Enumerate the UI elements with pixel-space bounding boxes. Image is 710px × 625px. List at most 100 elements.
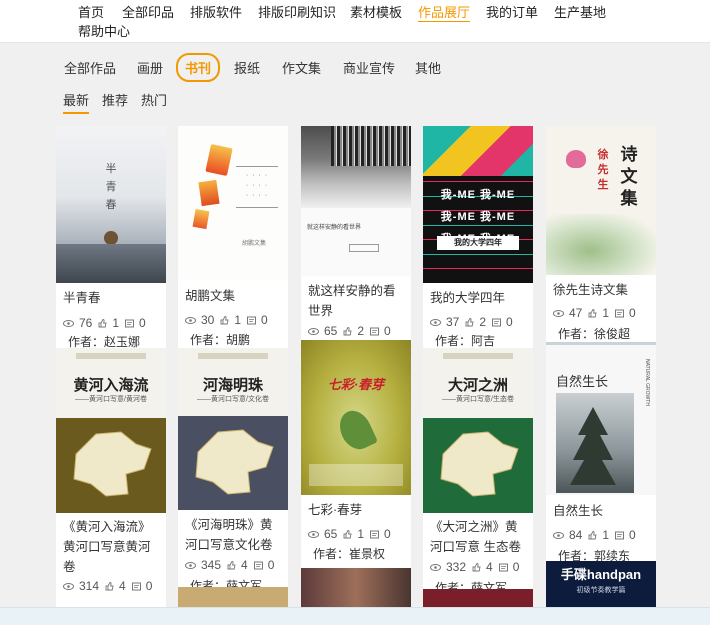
category-essays[interactable]: 作文集	[282, 58, 321, 77]
comment-icon	[615, 531, 625, 539]
book-card[interactable]: 七彩·春芽 七彩·春芽 65 1 0 作者：崔景权	[301, 340, 411, 607]
views-count: 65	[324, 324, 338, 338]
book-cover: 黄河入海流 ——黄河口写意/黄河卷	[56, 348, 166, 513]
nav-all-prints[interactable]: 全部印品	[122, 5, 174, 21]
likes-count: 1	[602, 528, 610, 542]
comments-count: 0	[384, 324, 391, 338]
views-icon	[308, 530, 319, 538]
nav-help-center[interactable]: 帮助中心	[78, 24, 130, 40]
nav-printing-knowledge[interactable]: 排版印刷知识	[258, 5, 336, 21]
nav-layout-software[interactable]: 排版软件	[190, 5, 242, 21]
sort-recommended[interactable]: 推荐	[102, 90, 128, 112]
book-author: 作者：赵玉娜	[68, 335, 141, 348]
book-author: 作者：崔景权	[313, 547, 386, 561]
book-cover: 我-ME 我-ME我-ME 我-ME我-ME 我-ME 我的大学四年	[423, 126, 533, 283]
like-icon	[105, 581, 114, 590]
likes-count: 1	[357, 527, 365, 541]
cover-map-icon	[195, 429, 274, 495]
book-stats: 76 1 0	[63, 316, 152, 330]
cover-side-text: NATURAL GROWTH	[644, 359, 650, 406]
book-stats: 345 4 0	[185, 558, 280, 572]
cover-title: 大河之洲	[447, 376, 508, 394]
category-album[interactable]: 画册	[137, 58, 163, 77]
book-cover: 自然生长 NATURAL GROWTH	[546, 342, 656, 495]
book-card[interactable]: 我-ME 我-ME我-ME 我-ME我-ME 我-ME 我的大学四年 我的大学四…	[423, 126, 533, 348]
book-title: 自然生长	[553, 504, 604, 518]
nav-templates[interactable]: 素材模板	[350, 5, 402, 21]
likes-count: 1	[112, 316, 120, 330]
book-card[interactable]: · · · · · · · · · · · · 胡鹏文集 胡鹏文集 30 1 0 作…	[178, 126, 288, 348]
book-card[interactable]: 黄河入海流 ——黄河口写意/黄河卷 《黄河入海流》黄河口写意黄河卷 314 4 …	[56, 348, 166, 607]
comment-icon	[370, 327, 380, 335]
book-title: 《黄河入海流》黄河口写意黄河卷	[63, 520, 151, 574]
like-icon	[220, 315, 229, 324]
comments-count: 0	[384, 527, 391, 541]
views-icon	[430, 563, 441, 571]
cover-lantern-icon	[205, 144, 233, 176]
cover-subtitle: ——黄河口写意/黄河卷	[75, 396, 147, 403]
cover-series-label	[443, 353, 513, 359]
book-stats: 37 2 0	[430, 315, 519, 329]
category-all[interactable]: 全部作品	[64, 58, 116, 77]
nav-production-base[interactable]: 生产基地	[554, 5, 606, 21]
book-stats: 30 1 0	[185, 313, 274, 327]
cover-lotus-icon	[566, 150, 586, 168]
sort-latest[interactable]: 最新	[63, 90, 90, 114]
book-cover: 就这样安静的看世界	[301, 126, 411, 276]
comment-icon	[498, 563, 508, 571]
nav-gallery[interactable]: 作品展厅	[418, 5, 471, 22]
book-stats: 65 1 0	[308, 527, 397, 541]
category-newspaper[interactable]: 报纸	[234, 58, 260, 77]
comment-icon	[247, 316, 257, 324]
comments-count: 0	[145, 579, 153, 593]
cover-title: 半 青 春	[105, 162, 117, 211]
comments-count: 0	[139, 316, 146, 330]
book-card[interactable]: 大河之洲 ——黄河口写意/生态卷 《大河之洲》黄河口写意 生态卷 332 4 0…	[423, 348, 533, 607]
category-other[interactable]: 其他	[415, 58, 441, 77]
likes-count: 2	[357, 324, 365, 338]
views-count: 84	[569, 528, 583, 542]
views-icon	[185, 561, 196, 569]
comments-count: 0	[629, 306, 636, 320]
like-icon	[343, 529, 352, 538]
book-card[interactable]: 河海明珠 ——黄河口写意/文化卷 《河海明珠》黄河口写意文化卷 345 4 0 …	[178, 348, 288, 607]
book-card[interactable]: 手碟handpan 初级节奏教学篇	[546, 561, 656, 607]
like-icon	[465, 317, 474, 326]
category-commercial[interactable]: 商业宣传	[343, 58, 395, 77]
comments-count: 0	[261, 313, 268, 327]
book-card[interactable]: 半 青 春 半青春 76 1 0 作者：赵玉娜	[56, 126, 166, 348]
views-count: 345	[201, 558, 222, 572]
views-count: 332	[446, 560, 467, 574]
likes-count: 4	[486, 560, 493, 574]
cover-subtitle: ——黄河口写意/生态卷	[442, 396, 514, 403]
book-card[interactable]: 诗文集 徐先生 徐先生诗文集 47 1 0 作者：徐俊超	[546, 126, 656, 342]
book-author: 作者：胡鹏	[190, 333, 251, 347]
book-card[interactable]: 就这样安静的看世界 就这样安静的看世界 65 2 0	[301, 126, 411, 340]
views-count: 30	[201, 313, 215, 327]
views-icon	[308, 327, 319, 335]
cover-title: 就这样安静的看世界	[307, 225, 362, 231]
cover-title: 诗文集	[620, 145, 638, 209]
category-books[interactable]: 书刊	[176, 53, 221, 82]
likes-count: 1	[602, 306, 610, 320]
sort-popular[interactable]: 热门	[141, 90, 167, 112]
like-icon	[343, 326, 352, 335]
book-cover: 大河之洲 ——黄河口写意/生态卷	[423, 348, 533, 513]
like-icon	[588, 530, 597, 539]
cover-lantern-icon	[192, 208, 210, 230]
cover-map-icon	[73, 431, 152, 497]
nav-home[interactable]: 首页	[78, 5, 104, 21]
comment-icon	[131, 582, 141, 590]
likes-count: 1	[234, 313, 242, 327]
nav-my-orders[interactable]: 我的订单	[486, 5, 538, 21]
cover-flower-icon	[104, 231, 118, 245]
cover-title: 河海明珠	[202, 376, 263, 394]
comment-icon	[615, 309, 625, 317]
views-count: 47	[569, 306, 583, 320]
book-stats: 65 2 0	[308, 324, 397, 338]
likes-count: 4	[241, 558, 248, 572]
cover-subtitle: ——黄河口写意/文化卷	[197, 396, 269, 403]
cover-lantern-icon	[198, 179, 220, 207]
book-stats: 47 1 0	[553, 306, 642, 320]
next-book-cover	[301, 568, 411, 607]
